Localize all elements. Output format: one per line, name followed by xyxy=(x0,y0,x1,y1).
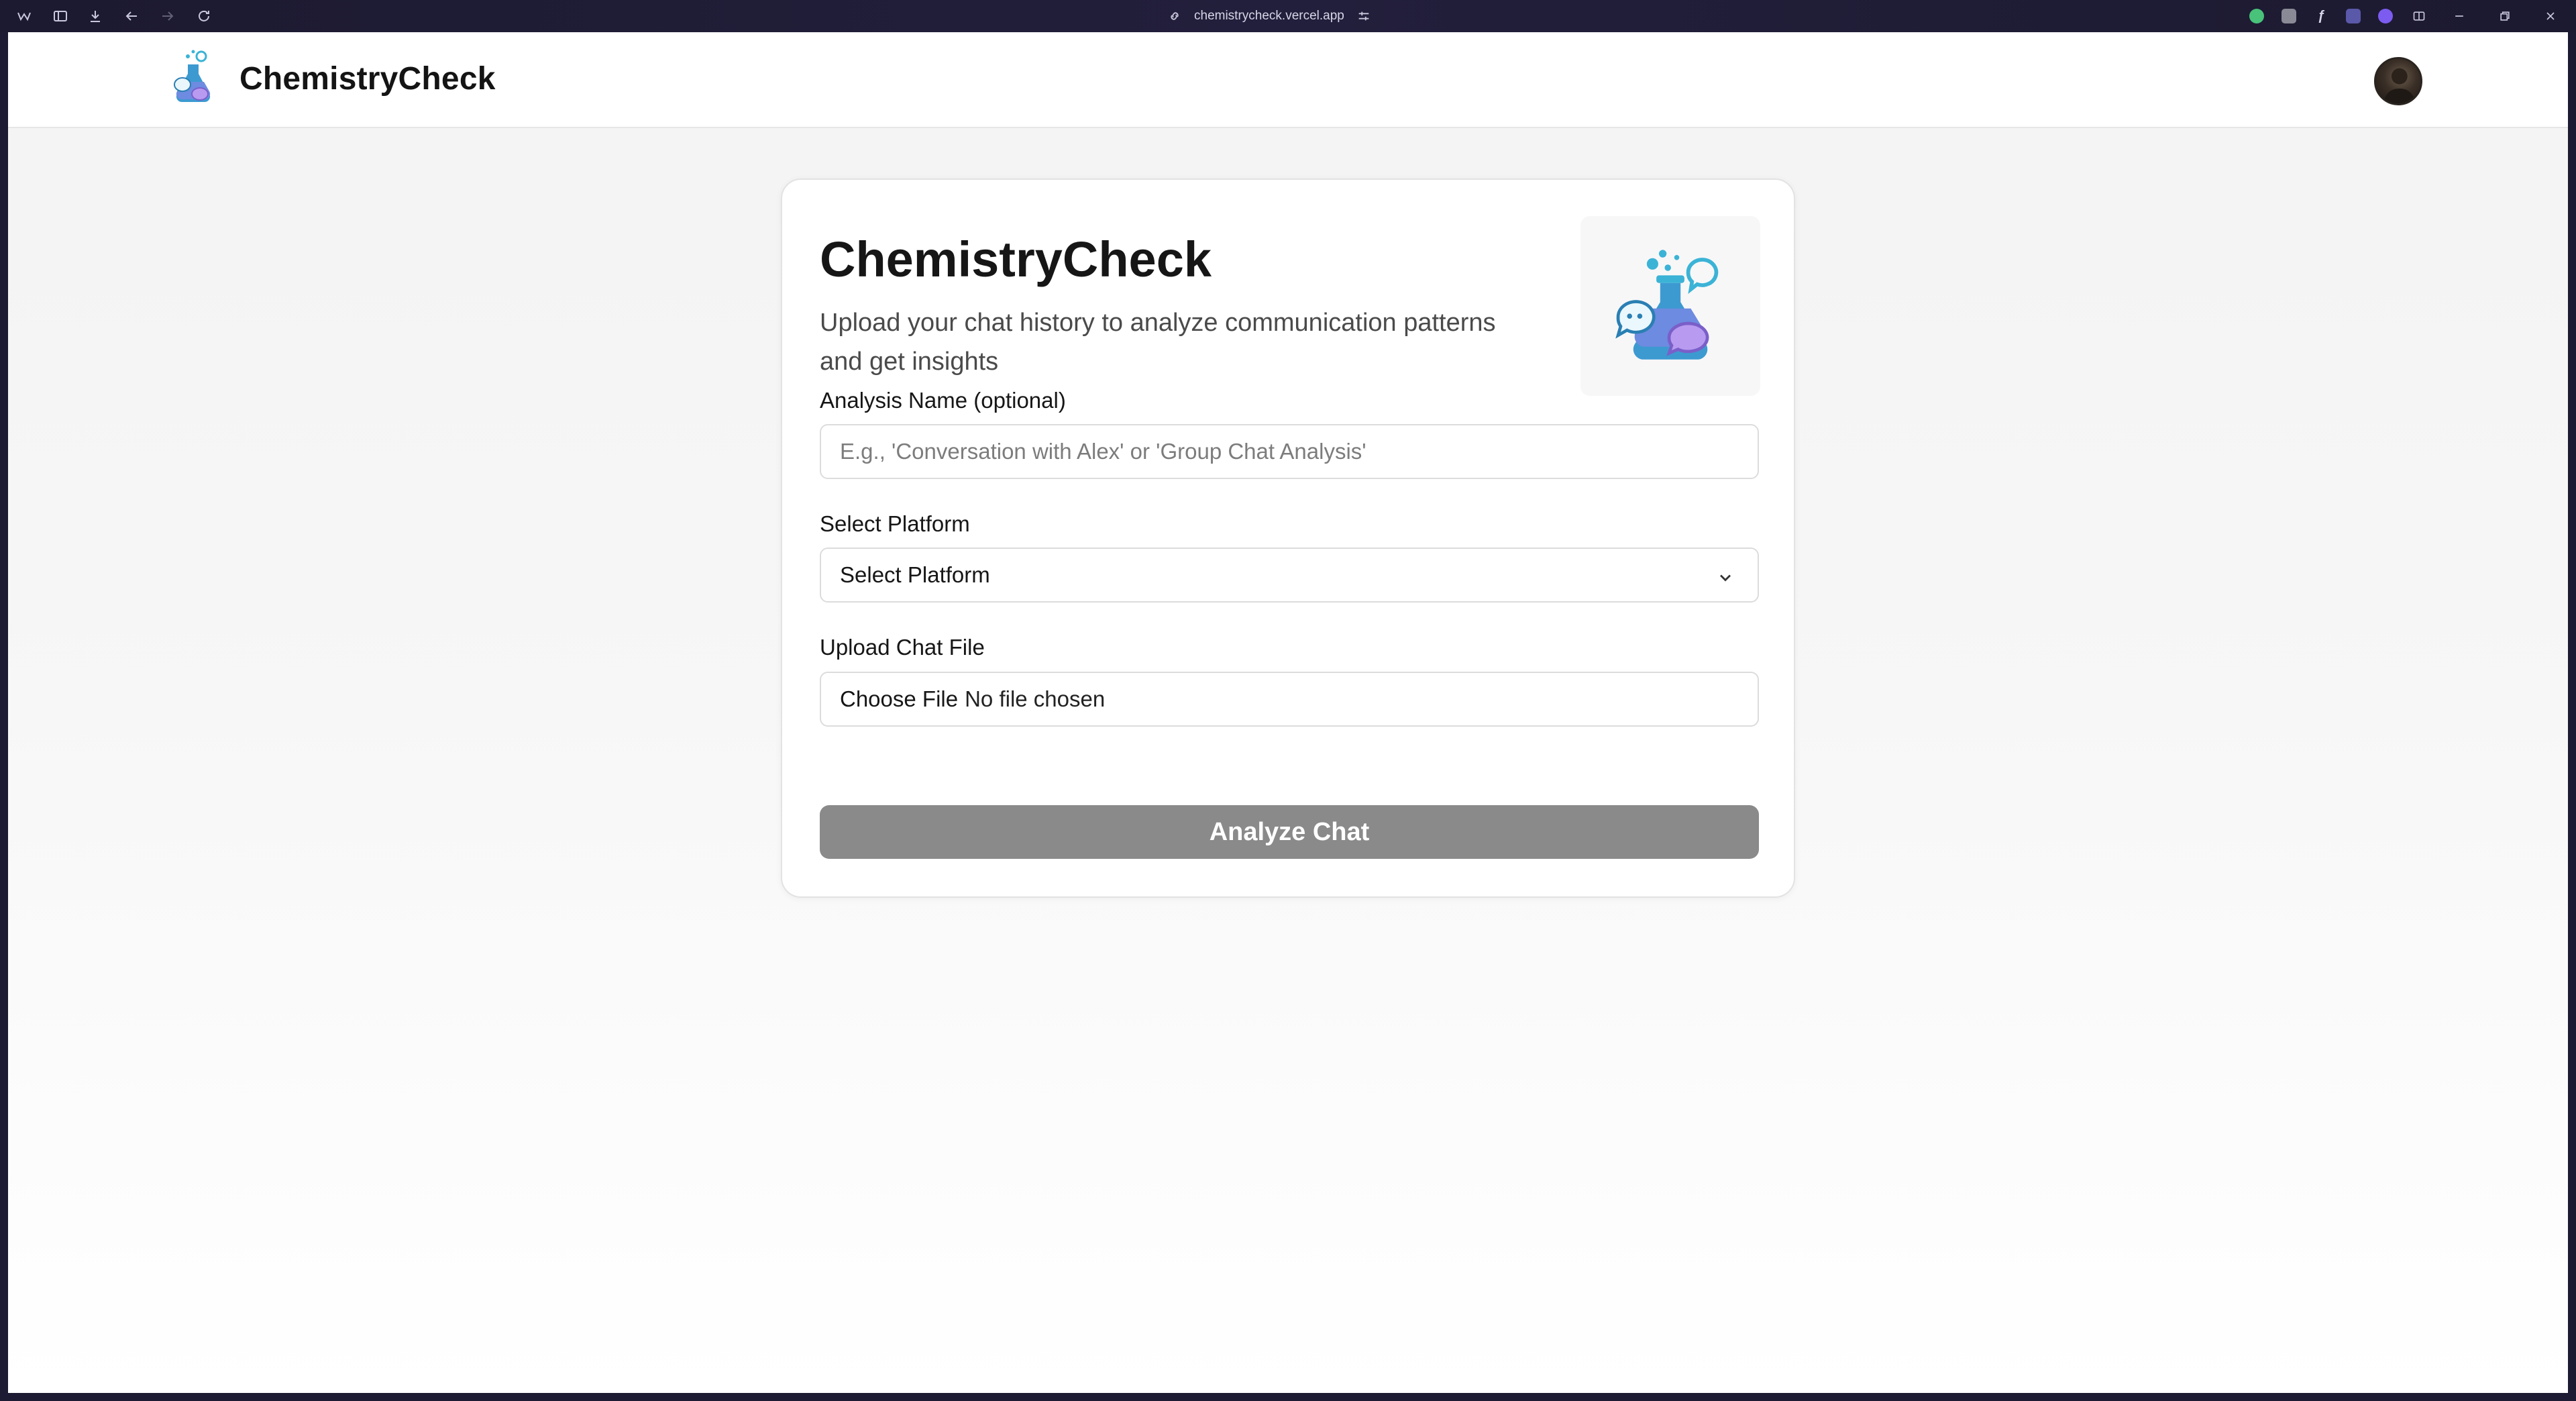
minimize-icon[interactable] xyxy=(2450,7,2469,25)
close-icon[interactable] xyxy=(2541,7,2560,25)
extension-icon-green[interactable] xyxy=(2249,9,2264,23)
analysis-name-input[interactable] xyxy=(840,425,1739,478)
app-title[interactable]: ChemistryCheck xyxy=(239,60,496,97)
flask-chat-illustration-icon xyxy=(1580,216,1760,396)
browser-chrome: chemistrycheck.vercel.app ƒ xyxy=(0,0,2576,32)
address-bar[interactable]: chemistrycheck.vercel.app xyxy=(1167,5,1371,27)
platform-label: Select Platform xyxy=(820,511,970,536)
analyze-chat-button[interactable]: Analyze Chat xyxy=(820,805,1759,859)
card-title: ChemistryCheck xyxy=(820,231,1212,287)
chevron-down-icon xyxy=(1716,567,1735,586)
site-settings-icon[interactable] xyxy=(1356,9,1371,23)
platform-selected-value: Select Platform xyxy=(840,562,990,587)
download-icon[interactable] xyxy=(86,7,105,25)
sidebar-toggle-icon[interactable] xyxy=(51,7,70,25)
extension-icon-purple-circle[interactable] xyxy=(2378,9,2393,23)
url-text: chemistrycheck.vercel.app xyxy=(1194,9,1344,23)
choose-file-button[interactable]: Choose File xyxy=(840,686,958,712)
user-avatar[interactable] xyxy=(2374,57,2422,105)
split-view-icon[interactable] xyxy=(2410,7,2428,25)
flask-chat-icon[interactable] xyxy=(168,50,219,106)
back-icon[interactable] xyxy=(122,7,141,25)
browser-menu-icon[interactable] xyxy=(15,7,34,25)
extension-icon-purple-square[interactable] xyxy=(2346,9,2361,23)
page-viewport: ChemistryCheck ChemistryCheck Upload you… xyxy=(8,32,2568,1393)
card-subtitle: Upload your chat history to analyze comm… xyxy=(820,309,1496,376)
extension-icon-gray[interactable] xyxy=(2282,9,2296,23)
reload-icon[interactable] xyxy=(195,7,213,25)
link-icon xyxy=(1171,12,1179,20)
analysis-name-label: Analysis Name (optional) xyxy=(820,388,1066,413)
platform-select[interactable]: Select Platform xyxy=(820,548,1759,603)
app-header: ChemistryCheck xyxy=(8,32,2568,128)
file-status: No file chosen xyxy=(965,686,1106,711)
analysis-card: ChemistryCheck Upload your chat history … xyxy=(781,178,1795,898)
extension-icon-font[interactable]: ƒ xyxy=(2314,9,2328,23)
upload-file-label: Upload Chat File xyxy=(820,635,985,660)
forward-icon[interactable] xyxy=(158,7,177,25)
file-input[interactable]: Choose File No file chosen xyxy=(820,672,1759,727)
restore-icon[interactable] xyxy=(2496,7,2514,25)
analysis-name-field[interactable] xyxy=(820,424,1759,479)
